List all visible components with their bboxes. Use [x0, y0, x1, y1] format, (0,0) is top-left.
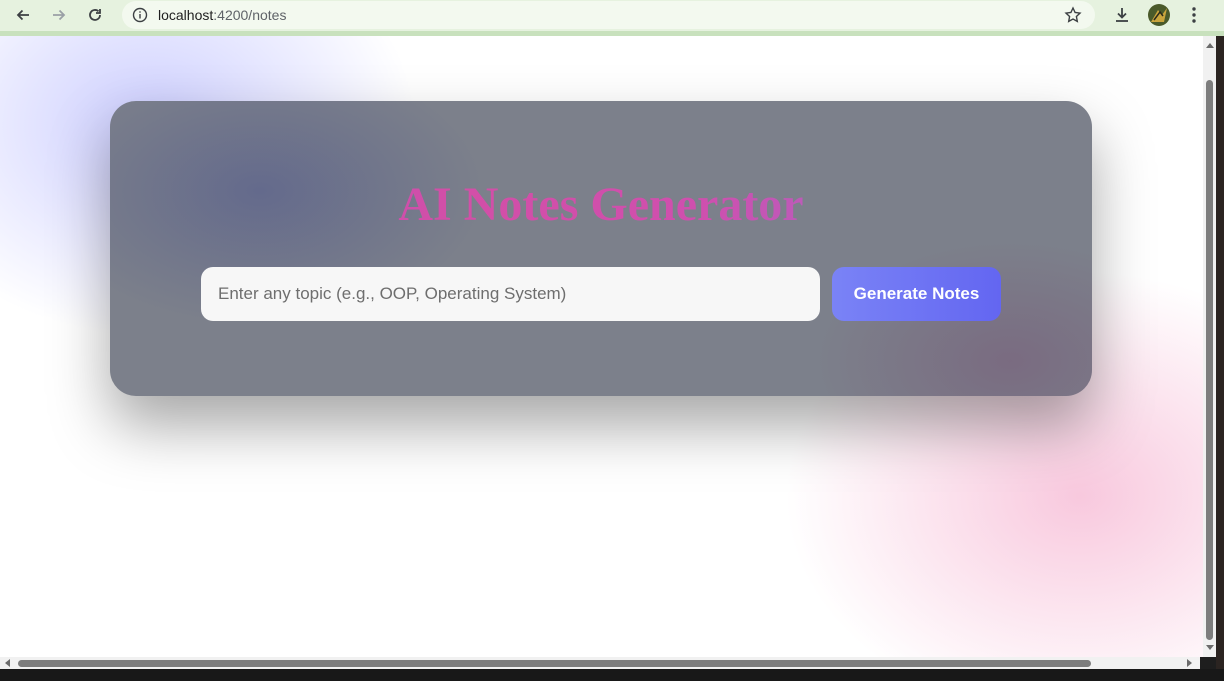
site-info-icon[interactable]	[130, 5, 150, 25]
page-title: AI Notes Generator	[110, 177, 1092, 233]
vertical-scrollbar[interactable]	[1203, 36, 1216, 657]
page-viewport: AI Notes Generator Generate Notes	[0, 36, 1203, 657]
generate-notes-button[interactable]: Generate Notes	[832, 267, 1001, 321]
topic-input[interactable]	[201, 267, 820, 321]
notes-generator-card: AI Notes Generator Generate Notes	[110, 101, 1092, 396]
profile-avatar-icon[interactable]	[1148, 4, 1170, 26]
url-host: localhost	[158, 7, 214, 23]
background-status-bar	[0, 669, 1224, 681]
back-icon[interactable]	[10, 3, 36, 27]
download-icon[interactable]	[1109, 3, 1135, 27]
window-edge	[1216, 36, 1224, 669]
menu-kebab-icon[interactable]	[1181, 3, 1207, 27]
url-path: :4200/notes	[213, 7, 287, 23]
reload-icon[interactable]	[82, 3, 108, 27]
horizontal-scroll-thumb[interactable]	[18, 660, 1091, 667]
bookmark-star-icon[interactable]	[1063, 5, 1083, 25]
vertical-scroll-thumb[interactable]	[1206, 80, 1213, 640]
address-bar[interactable]: localhost:4200/notes	[122, 1, 1095, 29]
forward-icon[interactable]	[46, 3, 72, 27]
scroll-right-icon[interactable]	[1187, 659, 1192, 667]
browser-toolbar: localhost:4200/notes	[0, 0, 1224, 31]
scroll-down-icon[interactable]	[1206, 645, 1214, 650]
horizontal-scrollbar[interactable]	[0, 657, 1200, 669]
scroll-up-icon[interactable]	[1206, 43, 1214, 48]
scroll-left-icon[interactable]	[5, 659, 10, 667]
url-text: localhost:4200/notes	[158, 7, 286, 23]
